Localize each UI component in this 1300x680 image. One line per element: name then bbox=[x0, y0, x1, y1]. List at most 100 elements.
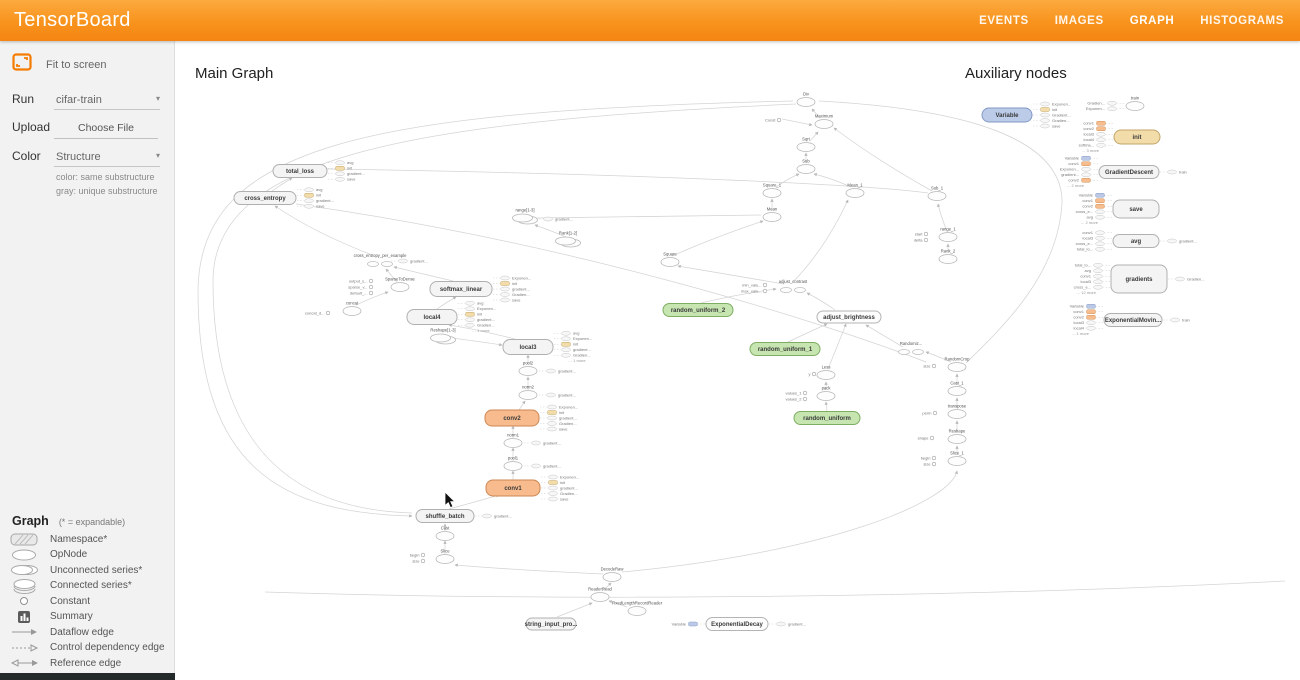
stub-node[interactable] bbox=[305, 188, 314, 192]
stub-node[interactable] bbox=[501, 282, 510, 286]
stub-node[interactable] bbox=[1094, 269, 1103, 273]
node-Cast_1[interactable] bbox=[948, 387, 966, 396]
stub-node[interactable] bbox=[549, 492, 558, 496]
const-size[interactable] bbox=[421, 559, 425, 563]
choose-file-button[interactable]: Choose File bbox=[54, 120, 158, 139]
stub-node[interactable] bbox=[1097, 121, 1106, 125]
stub-node[interactable] bbox=[336, 166, 345, 170]
stub-node[interactable] bbox=[1168, 239, 1177, 243]
const-begin[interactable] bbox=[932, 456, 936, 460]
stub-node[interactable] bbox=[501, 276, 510, 280]
stub-node[interactable] bbox=[1082, 156, 1091, 160]
stub-node[interactable] bbox=[1096, 193, 1105, 197]
stub-node[interactable] bbox=[501, 293, 510, 297]
stub-node[interactable] bbox=[466, 312, 475, 316]
stub-node[interactable] bbox=[1041, 119, 1050, 123]
stub-node[interactable] bbox=[549, 486, 558, 490]
stub-node[interactable] bbox=[1041, 108, 1050, 112]
stub-node[interactable] bbox=[501, 298, 510, 302]
const-Const[interactable] bbox=[777, 118, 781, 122]
fit-to-screen-icon[interactable] bbox=[12, 53, 32, 76]
stub-node[interactable] bbox=[777, 622, 786, 626]
stub-node[interactable] bbox=[549, 497, 558, 501]
node-norm2[interactable] bbox=[519, 391, 537, 400]
node-ReaderRead[interactable] bbox=[591, 593, 609, 602]
stub-node[interactable] bbox=[1087, 304, 1096, 308]
node-Mean[interactable] bbox=[763, 213, 781, 222]
stub-node[interactable] bbox=[1168, 170, 1177, 174]
stub-node[interactable] bbox=[1082, 167, 1091, 171]
tab-graph[interactable]: GRAPH bbox=[1130, 15, 1175, 27]
node-Maximum[interactable] bbox=[815, 120, 833, 129]
node-Randomiz...[interactable] bbox=[899, 350, 910, 355]
node-Sub[interactable] bbox=[797, 165, 815, 174]
stub-node[interactable] bbox=[305, 193, 314, 197]
stub-node[interactable] bbox=[562, 348, 571, 352]
stub-node[interactable] bbox=[483, 514, 492, 518]
stub-node[interactable] bbox=[532, 464, 541, 468]
stub-node[interactable] bbox=[562, 342, 571, 346]
node-Rank_2[interactable] bbox=[939, 255, 957, 264]
run-select[interactable]: cifar-train ▾ bbox=[54, 92, 160, 110]
stub-node[interactable] bbox=[1097, 132, 1106, 136]
stub-node[interactable] bbox=[1096, 236, 1105, 240]
stub-node[interactable] bbox=[1082, 173, 1091, 177]
stub-node[interactable] bbox=[1176, 277, 1185, 281]
stub-node[interactable] bbox=[549, 475, 558, 479]
stub-node[interactable] bbox=[399, 259, 408, 263]
stub-node[interactable] bbox=[1041, 102, 1050, 106]
node-Div[interactable] bbox=[797, 98, 815, 107]
stub-node[interactable] bbox=[1096, 247, 1105, 251]
node-adjust_contrast[interactable] bbox=[781, 288, 792, 293]
stub-node[interactable] bbox=[336, 177, 345, 181]
fit-to-screen-label[interactable]: Fit to screen bbox=[46, 59, 107, 71]
stub-node[interactable] bbox=[548, 416, 557, 420]
stub-node[interactable] bbox=[501, 287, 510, 291]
const-sparse_v...[interactable] bbox=[369, 285, 373, 289]
node-DecodeRaw[interactable] bbox=[603, 573, 621, 582]
node-Slice_1[interactable] bbox=[948, 457, 966, 466]
stub-node[interactable] bbox=[466, 323, 475, 327]
stub-node[interactable] bbox=[1171, 318, 1180, 322]
stub-node[interactable] bbox=[1096, 231, 1105, 235]
stub-node[interactable] bbox=[562, 331, 571, 335]
stub-node[interactable] bbox=[548, 411, 557, 415]
stub-node[interactable] bbox=[1087, 326, 1096, 330]
stub-node[interactable] bbox=[466, 301, 475, 305]
stub-node[interactable] bbox=[466, 318, 475, 322]
stub-node[interactable] bbox=[1087, 321, 1096, 325]
color-select[interactable]: Structure ▾ bbox=[54, 149, 160, 167]
tab-events[interactable]: EVENTS bbox=[979, 15, 1029, 27]
stub-node[interactable] bbox=[544, 217, 553, 221]
stub-node[interactable] bbox=[1096, 210, 1105, 214]
node-Slice[interactable] bbox=[436, 555, 454, 564]
stub-node[interactable] bbox=[1108, 107, 1117, 111]
stub-node[interactable] bbox=[562, 337, 571, 341]
tab-images[interactable]: IMAGES bbox=[1055, 15, 1104, 27]
node-Square_1[interactable] bbox=[763, 189, 781, 198]
stub-node[interactable] bbox=[1041, 113, 1050, 117]
stub-node[interactable] bbox=[1094, 280, 1103, 284]
stub-node[interactable] bbox=[1087, 315, 1096, 319]
node-Rank[1-2][interactable] bbox=[556, 237, 576, 245]
node-SparseToDense[interactable] bbox=[391, 283, 409, 292]
stub-node[interactable] bbox=[336, 172, 345, 176]
stub-node[interactable] bbox=[1094, 274, 1103, 278]
node-Sqrt[interactable] bbox=[797, 143, 815, 152]
stub-node[interactable] bbox=[1096, 204, 1105, 208]
const-delta[interactable] bbox=[924, 238, 928, 242]
stub-node[interactable] bbox=[305, 204, 314, 208]
const-size[interactable] bbox=[932, 364, 936, 368]
stub-node[interactable] bbox=[532, 441, 541, 445]
stub-node[interactable] bbox=[336, 161, 345, 165]
const-output_s...[interactable] bbox=[369, 279, 373, 283]
const-max_valu...[interactable] bbox=[763, 289, 767, 293]
stub-node[interactable] bbox=[547, 369, 556, 373]
stub-node[interactable] bbox=[1096, 215, 1105, 219]
node-Sub_1[interactable] bbox=[928, 192, 946, 201]
node-Reshape[interactable] bbox=[948, 435, 966, 444]
const-concat_d...[interactable] bbox=[326, 311, 330, 315]
stub-node[interactable] bbox=[305, 199, 314, 203]
const-values_1[interactable] bbox=[803, 391, 807, 395]
const-begin[interactable] bbox=[421, 553, 425, 557]
